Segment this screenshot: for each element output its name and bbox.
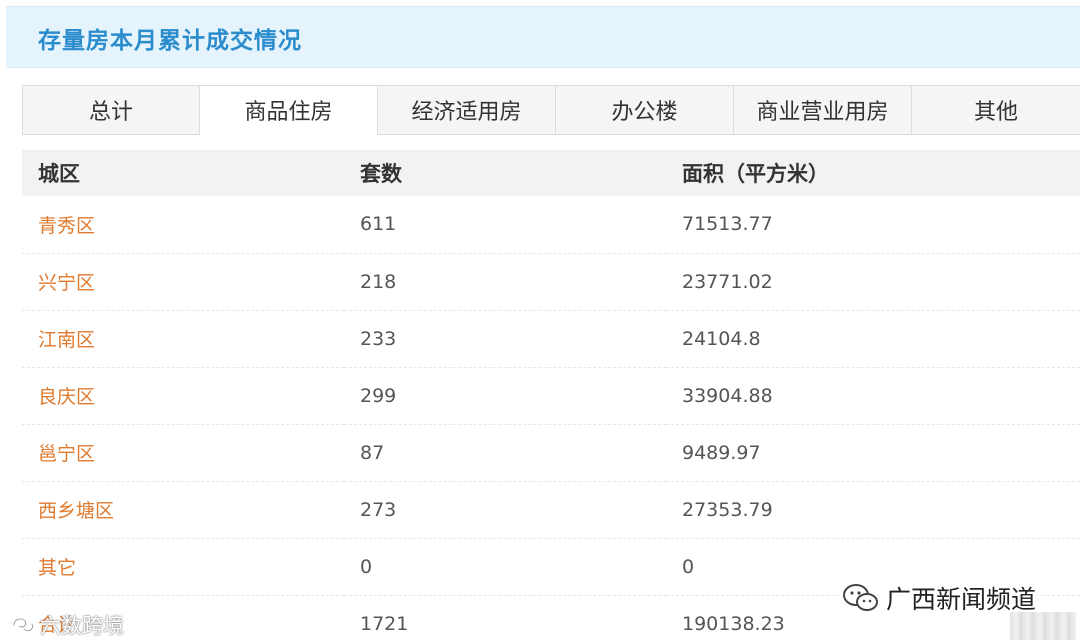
area-cell: 24104.8 — [682, 327, 761, 350]
tab-commercial-housing[interactable]: 商品住房 — [200, 86, 378, 135]
wechat-icon — [843, 584, 878, 611]
data-table-wrap: 城区 套数 面积（平方米） 青秀区 611 71513.77 兴宁区 218 2… — [22, 150, 1080, 643]
transaction-table: 城区 套数 面积（平方米） 青秀区 611 71513.77 兴宁区 218 2… — [22, 150, 1080, 643]
table-row: 兴宁区 218 23771.02 — [22, 253, 1080, 310]
area-cell: 71513.77 — [682, 213, 773, 236]
district-cell: 青秀区 — [38, 214, 96, 237]
units-cell: 611 — [360, 213, 397, 236]
area-cell: 27353.79 — [682, 498, 773, 521]
watermark-left: 六数跨境 — [10, 610, 124, 640]
table-row: 邕宁区 87 9489.97 — [22, 424, 1080, 481]
units-cell: 0 — [360, 555, 373, 578]
table-header-row: 城区 套数 面积（平方米） — [22, 150, 1080, 196]
table-row: 江南区 233 24104.8 — [22, 310, 1080, 367]
category-tabs: 总计 商品住房 经济适用房 办公楼 商业营业用房 其他 — [22, 85, 1080, 135]
transaction-panel: 存量房本月累计成交情况 总计 商品住房 经济适用房 办公楼 商业营业用房 其他 … — [0, 0, 1080, 643]
tab-office[interactable]: 办公楼 — [556, 86, 734, 134]
district-cell: 西乡塘区 — [38, 500, 115, 522]
tab-total[interactable]: 总计 — [22, 86, 200, 134]
area-cell: 23771.02 — [682, 270, 773, 293]
table-row: 良庆区 299 33904.88 — [22, 367, 1080, 424]
units-cell: 233 — [360, 327, 397, 350]
swirl-logo-icon — [12, 617, 34, 632]
watermark-left-text: 六数跨境 — [40, 614, 124, 638]
tab-commercial-business[interactable]: 商业营业用房 — [734, 86, 912, 134]
district-cell: 兴宁区 — [38, 272, 96, 294]
district-cell: 其它 — [38, 557, 77, 579]
panel-title: 存量房本月累计成交情况 — [38, 28, 302, 54]
units-cell: 218 — [360, 270, 397, 293]
column-header-district: 城区 — [38, 162, 80, 186]
panel-header: 存量房本月累计成交情况 — [6, 6, 1080, 68]
table-row: 西乡塘区 273 27353.79 — [22, 481, 1080, 538]
units-cell: 1721 — [360, 612, 409, 635]
area-cell: 9489.97 — [682, 441, 761, 464]
units-cell: 299 — [360, 384, 397, 407]
watermark-right-text: 广西新闻频道 — [886, 585, 1037, 614]
tab-other[interactable]: 其他 — [912, 86, 1080, 134]
tab-affordable-housing[interactable]: 经济适用房 — [378, 86, 556, 134]
area-cell: 33904.88 — [682, 384, 773, 407]
district-cell: 邕宁区 — [38, 443, 96, 465]
units-cell: 273 — [360, 498, 397, 521]
district-cell: 良庆区 — [38, 386, 96, 408]
units-cell: 87 — [360, 441, 385, 464]
district-cell: 江南区 — [38, 329, 96, 351]
column-header-area: 面积（平方米） — [682, 162, 829, 186]
blurred-region — [1010, 612, 1076, 640]
column-header-units: 套数 — [360, 162, 402, 186]
table-row: 青秀区 611 71513.77 — [22, 196, 1080, 253]
